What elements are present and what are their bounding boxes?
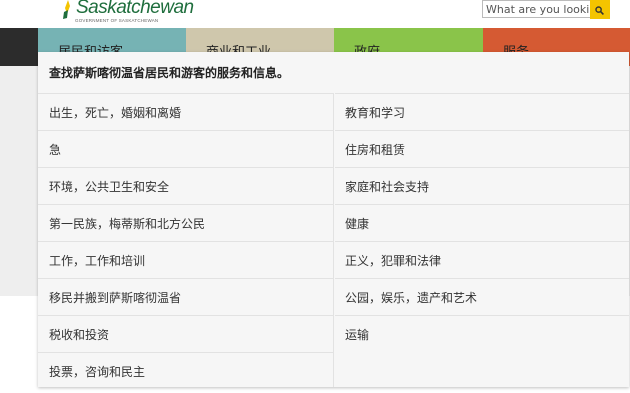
menu-item-label: 出生，死亡，婚姻和离婚: [49, 106, 182, 120]
logo-wordmark: Saskatchewan: [76, 0, 194, 18]
dropdown-right-column: 教育和学习 住房和租赁 家庭和社会支持 健康 正义，犯罪和法律 公园，娱乐，遗产…: [335, 93, 629, 352]
menu-item-family-social[interactable]: 家庭和社会支持: [335, 167, 629, 204]
dropdown-left-column: 出生，死亡，婚姻和离婚 急 环境，公共卫生和安全 第一民族，梅蒂斯和北方公民 工…: [38, 93, 334, 387]
residents-dropdown-menu: 查找萨斯喀彻温省居民和游客的服务和信息。 出生，死亡，婚姻和离婚 急 环境，公共…: [38, 52, 629, 387]
menu-item-jobs-training[interactable]: 工作，工作和培训: [38, 241, 333, 278]
menu-item-transportation[interactable]: 运输: [335, 315, 629, 352]
wheat-sheaf-icon: [63, 0, 70, 19]
menu-item-justice-law[interactable]: 正义，犯罪和法律: [335, 241, 629, 278]
menu-item-emergency[interactable]: 急: [38, 130, 333, 167]
menu-item-immigration[interactable]: 移民并搬到萨斯喀彻温省: [38, 278, 333, 315]
menu-item-environment-safety[interactable]: 环境，公共卫生和安全: [38, 167, 333, 204]
search-input[interactable]: [483, 1, 589, 17]
nav-left-edge: [0, 28, 38, 66]
menu-item-label: 工作，工作和培训: [49, 254, 146, 268]
logo-subtitle: GOVERNMENT OF SASKATCHEWAN: [75, 18, 159, 23]
menu-item-label: 急: [49, 143, 62, 157]
search-box: [482, 0, 610, 19]
dropdown-heading: 查找萨斯喀彻温省居民和游客的服务和信息。: [49, 66, 290, 80]
menu-item-first-nations[interactable]: 第一民族，梅蒂斯和北方公民: [38, 204, 333, 241]
menu-item-label: 教育和学习: [345, 106, 406, 120]
menu-item-taxes-investment[interactable]: 税收和投资: [38, 315, 333, 352]
menu-item-label: 住房和租赁: [345, 143, 406, 157]
search-button[interactable]: [590, 0, 610, 19]
menu-item-parks-recreation[interactable]: 公园，娱乐，遗产和艺术: [335, 278, 629, 315]
menu-item-birth-death-marriage[interactable]: 出生，死亡，婚姻和离婚: [38, 93, 333, 130]
menu-item-housing[interactable]: 住房和租赁: [335, 130, 629, 167]
menu-item-label: 第一民族，梅蒂斯和北方公民: [49, 217, 206, 231]
menu-item-label: 公园，娱乐，遗产和艺术: [345, 291, 478, 305]
menu-item-label: 健康: [345, 217, 370, 231]
site-header: Saskatchewan GOVERNMENT OF SASKATCHEWAN: [0, 0, 630, 28]
menu-item-label: 家庭和社会支持: [345, 180, 430, 194]
menu-item-health[interactable]: 健康: [335, 204, 629, 241]
menu-item-label: 投票，咨询和民主: [49, 365, 146, 379]
menu-item-education[interactable]: 教育和学习: [335, 93, 629, 130]
menu-item-label: 移民并搬到萨斯喀彻温省: [49, 291, 182, 305]
menu-item-label: 税收和投资: [49, 328, 110, 342]
menu-item-label: 正义，犯罪和法律: [345, 254, 442, 268]
search-icon: [595, 6, 604, 15]
menu-item-voting-democracy[interactable]: 投票，咨询和民主: [38, 352, 333, 389]
menu-item-label: 运输: [345, 328, 370, 342]
menu-item-label: 环境，公共卫生和安全: [49, 180, 170, 194]
